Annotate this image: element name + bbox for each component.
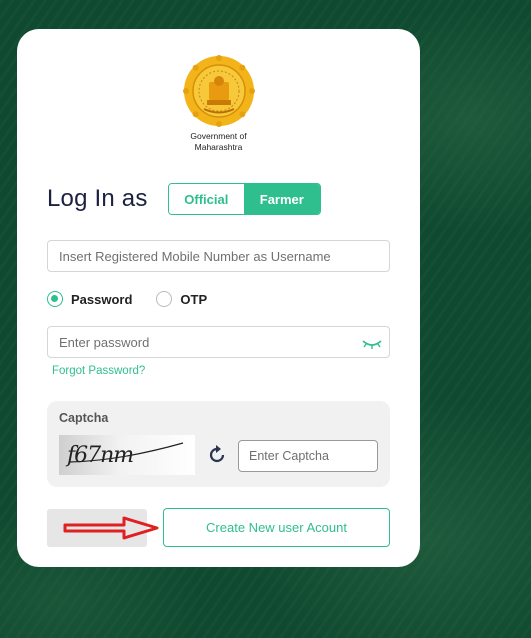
create-account-button[interactable]: Create New user Acount xyxy=(163,508,390,547)
gov-line-1: Government of xyxy=(190,131,247,141)
header-logo: Government of Maharashtra xyxy=(17,54,420,153)
maharashtra-emblem-icon xyxy=(182,55,255,127)
otp-radio[interactable] xyxy=(156,291,173,307)
forgot-password-link[interactable]: Forgot Password? xyxy=(52,365,145,377)
username-input[interactable]: Insert Registered Mobile Number as Usern… xyxy=(47,240,390,272)
red-arrow-annotation xyxy=(63,516,159,540)
gov-line-2: Maharashtra xyxy=(194,142,243,152)
captcha-image: f67nm xyxy=(59,435,195,475)
captcha-section: Captcha f67nm Enter Captcha xyxy=(47,401,390,487)
password-radio[interactable] xyxy=(47,291,63,307)
login-card: Government of Maharashtra Log In as Offi… xyxy=(17,29,420,567)
role-toggle: Official Farmer xyxy=(167,183,321,215)
password-input[interactable]: Enter password xyxy=(47,326,390,358)
official-tab[interactable]: Official xyxy=(168,184,245,214)
login-row: Log In as Official Farmer xyxy=(47,183,321,215)
password-placeholder: Enter password xyxy=(59,334,150,350)
login-title: Log In as xyxy=(47,185,148,212)
captcha-code: f67nm xyxy=(67,443,134,468)
captcha-label: Captcha xyxy=(59,411,109,425)
farmer-tab[interactable]: Farmer xyxy=(244,184,320,214)
otp-radio-label: OTP xyxy=(180,291,208,307)
captcha-input[interactable]: Enter Captcha xyxy=(238,440,378,472)
refresh-icon[interactable] xyxy=(207,445,227,465)
password-radio-label: Password xyxy=(71,291,133,307)
auth-method-radios: Password OTP xyxy=(47,291,207,307)
eye-closed-icon[interactable] xyxy=(361,338,383,350)
